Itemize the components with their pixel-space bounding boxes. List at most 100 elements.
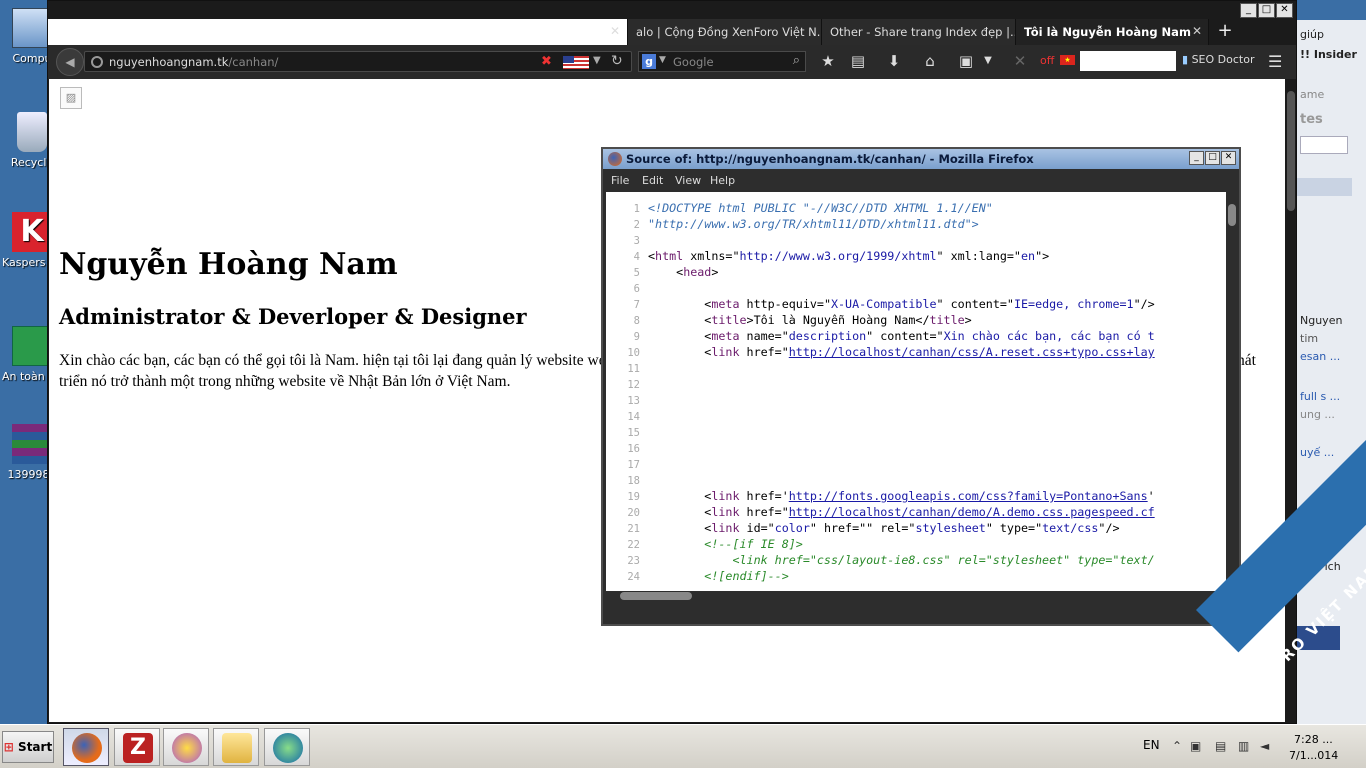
scrollbar-thumb[interactable] (1287, 91, 1295, 211)
disabled-x-icon[interactable]: ✕ (1010, 52, 1030, 70)
code-line: 9 <meta name="description" content="Xin … (633, 329, 1155, 343)
maximize-button[interactable]: □ (1205, 151, 1220, 165)
page-scrollbar[interactable] (1286, 79, 1296, 722)
filezilla-icon: Z (123, 733, 153, 763)
bg-highlight (1296, 178, 1352, 196)
code-line: 8 <title>Tôi là Nguyễn Hoàng Nam</title> (633, 313, 972, 327)
tab-label: Tôi là Nguyễn Hoàng Nam (1024, 25, 1191, 39)
code-line: 19 <link href='http://fonts.googleapis.c… (627, 489, 1155, 503)
source-window-title: Source of: http://nguyenhoangnam.tk/canh… (626, 152, 1034, 166)
code-line: 24 <![endif]--> (627, 569, 789, 583)
reload-icon[interactable]: ↻ (611, 53, 623, 69)
dropdown-arrow-icon[interactable]: ▼ (659, 55, 666, 65)
source-statusbar (603, 601, 1239, 624)
computer-icon (12, 8, 52, 48)
winrar-icon (12, 424, 52, 464)
start-label: Start (18, 740, 53, 754)
scrollbar-thumb[interactable] (620, 592, 692, 600)
tray-volume-icon[interactable]: ◄ (1260, 739, 1269, 753)
start-button[interactable]: ⊞ Start (2, 731, 54, 763)
vn-flag-icon[interactable]: ★ (1060, 55, 1075, 65)
url-bar[interactable]: nguyenhoangnam.tk/canhan/ ✖ ▼ ↻ (84, 51, 632, 72)
bg-text: tim (1300, 332, 1319, 345)
menu-icon[interactable]: ☰ (1268, 52, 1282, 71)
taskbar-idm[interactable] (264, 728, 310, 766)
code-line: 21 <link id="color" href="" rel="stylesh… (627, 521, 1120, 535)
taskbar-filezilla[interactable]: Z (114, 728, 160, 766)
dropdown-arrow-icon[interactable]: ▼ (978, 55, 998, 66)
tab-xenforo[interactable]: alo | Cộng Đồng XenForo Việt N... (628, 19, 822, 45)
source-vertical-scrollbar[interactable] (1227, 192, 1237, 591)
bookmarks-menu-icon[interactable]: ▤ (848, 52, 868, 70)
home-icon[interactable]: ⌂ (920, 52, 940, 70)
tab-active[interactable]: Tôi là Nguyễn Hoàng Nam ✕ (1016, 19, 1209, 45)
taskbar-firefox[interactable] (63, 728, 109, 766)
maximize-button[interactable]: □ (1258, 3, 1275, 18)
google-icon: g (642, 54, 656, 69)
menu-edit[interactable]: Edit (642, 174, 663, 187)
code-line: 23 <link href="css/layout-ie8.css" rel="… (627, 553, 1155, 567)
seo-doctor-label: SEO Doctor (1191, 53, 1255, 66)
tab-blank[interactable] (48, 19, 628, 45)
code-line: 11 (627, 363, 640, 375)
code-line: 15 (627, 427, 640, 439)
page-subheading: Administrator & Deverloper & Designer (59, 304, 527, 329)
blocked-x-icon[interactable]: ✖ (541, 54, 552, 69)
close-button[interactable]: ✕ (1276, 3, 1293, 18)
tab-share-index[interactable]: Other - Share trang Index đẹp |... (822, 19, 1016, 45)
page-paragraph-line: triển nó trở thành một trong những websi… (59, 373, 511, 390)
download-icon[interactable]: ⬇ (884, 52, 904, 70)
seo-doctor-button[interactable]: ▮ SEO Doctor (1182, 53, 1254, 66)
tab-close-icon[interactable]: ✕ (1192, 24, 1202, 38)
language-indicator[interactable]: EN (1143, 738, 1160, 752)
view-source-window: Source of: http://nguyenhoangnam.tk/canh… (601, 147, 1241, 626)
bg-text: Nguyen (1300, 314, 1343, 327)
tab-label: alo | Cộng Đồng XenForo Việt N... (636, 25, 822, 39)
search-icon[interactable]: ⌕ (793, 53, 800, 68)
menu-file[interactable]: File (611, 174, 629, 187)
tray-app-icon[interactable]: ▣ (1190, 739, 1201, 753)
kaspersky-icon: K (12, 212, 52, 252)
bg-text: ung ... (1300, 408, 1335, 421)
nav-toolbar: nguyenhoangnam.tk/canhan/ ✖ ▼ ↻ ◀ g ▼ Go… (48, 45, 1296, 79)
back-button[interactable]: ◀ (56, 48, 84, 76)
screenshot-icon[interactable]: ▣ (956, 52, 976, 70)
scrollbar-thumb[interactable] (1228, 204, 1236, 226)
broken-image-icon: ▨ (60, 87, 82, 109)
source-menubar: File Edit View Help (603, 169, 1239, 191)
bg-link[interactable]: full s ... (1300, 390, 1340, 403)
new-tab-button[interactable]: + (1211, 19, 1239, 45)
clock-date[interactable]: 7/1...014 (1289, 749, 1338, 762)
bg-text: tes (1300, 112, 1323, 127)
us-flag-icon[interactable] (563, 56, 589, 69)
tab-strip: ✕ alo | Cộng Đồng XenForo Việt N... Othe… (48, 19, 1293, 45)
menu-view[interactable]: View (675, 174, 701, 187)
bg-link[interactable]: uyế ... (1300, 446, 1334, 459)
tray-network-icon[interactable]: ▥ (1238, 739, 1249, 753)
tab-close-icon[interactable]: ✕ (610, 24, 620, 38)
dropdown-arrow-icon[interactable]: ▼ (593, 55, 601, 66)
addon-input-box[interactable] (1080, 51, 1176, 71)
tray-app-icon[interactable]: ▤ (1215, 739, 1226, 753)
source-titlebar[interactable]: Source of: http://nguyenhoangnam.tk/canh… (603, 149, 1239, 169)
bg-link[interactable]: esan ... (1300, 350, 1340, 363)
url-text: nguyenhoangnam.tk/canhan/ (109, 55, 278, 69)
minimize-button[interactable]: _ (1240, 3, 1257, 18)
addon-off-label[interactable]: off (1040, 54, 1054, 67)
close-button[interactable]: ✕ (1221, 151, 1236, 165)
clock-time[interactable]: 7:28 ... (1294, 733, 1333, 746)
menu-help[interactable]: Help (710, 174, 735, 187)
globe-icon (91, 56, 103, 68)
code-line: 6 (633, 283, 640, 295)
source-code-view[interactable]: 1 <!DOCTYPE html PUBLIC "-//W3C//DTD XHTM… (606, 192, 1226, 591)
taskbar-yahoo[interactable] (163, 728, 209, 766)
tray-expand-icon[interactable]: ⌃ (1172, 739, 1182, 753)
source-horizontal-scrollbar[interactable] (606, 591, 1226, 601)
taskbar-explorer[interactable] (213, 728, 259, 766)
download-manager-icon (273, 733, 303, 763)
bg-text: ame (1300, 88, 1325, 101)
bookmark-star-icon[interactable]: ★ (818, 52, 838, 70)
search-bar[interactable]: g ▼ Google ⌕ (638, 51, 806, 72)
window-controls: _ □ ✕ (1189, 151, 1236, 165)
minimize-button[interactable]: _ (1189, 151, 1204, 165)
